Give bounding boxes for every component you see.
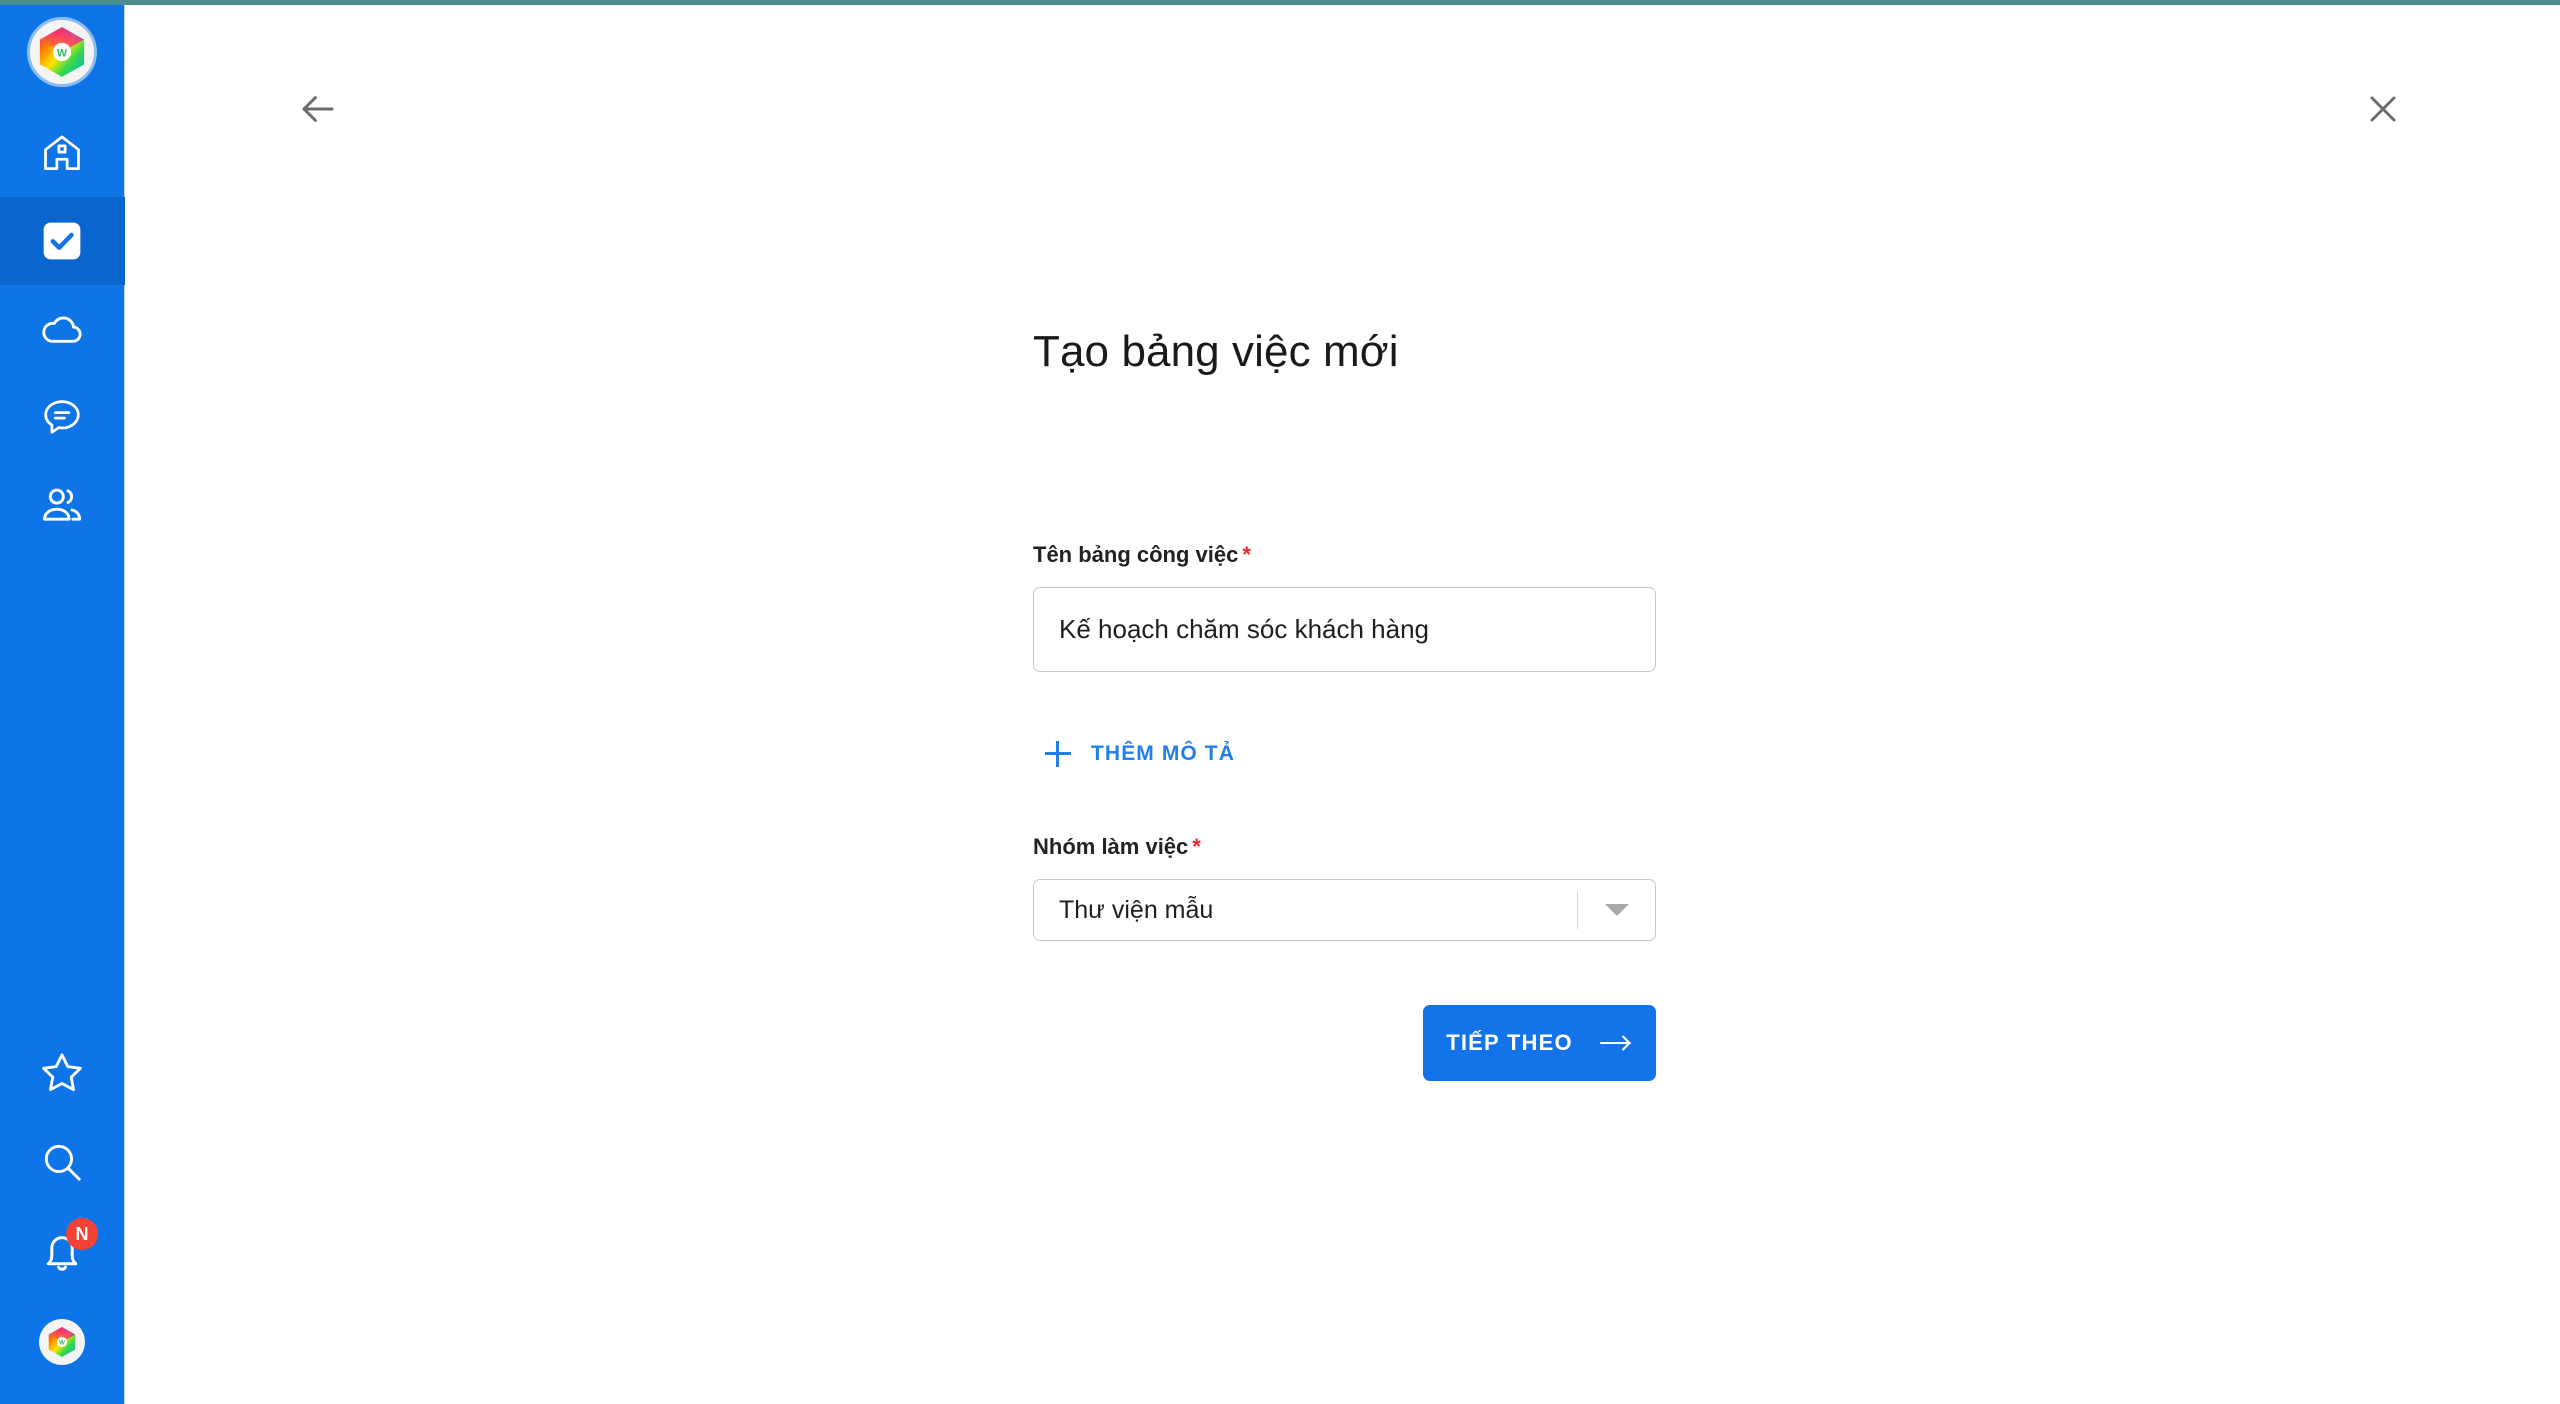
chevron-down-icon[interactable] (1578, 904, 1655, 916)
sidebar-item-account[interactable]: W (0, 1297, 125, 1387)
star-icon (42, 1053, 82, 1092)
sidebar-item-people[interactable] (0, 461, 125, 549)
bell-wrapper: N (38, 1218, 98, 1276)
sidebar-item-favorites[interactable] (0, 1027, 125, 1117)
sidebar-nav (0, 109, 125, 549)
required-asterisk: * (1242, 542, 1251, 567)
sidebar-item-notifications[interactable]: N (0, 1207, 125, 1297)
app-root: W N W Tạo bảng việc mới Tên bảng công vi… (0, 0, 2560, 1404)
rainbow-hexagon-logo-icon: W (39, 27, 85, 77)
home-icon (44, 135, 80, 170)
board-name-input[interactable]: Kế hoạch chăm sóc khách hàng (1033, 587, 1656, 672)
arrow-left-icon (302, 96, 334, 122)
back-button[interactable] (292, 83, 344, 135)
sidebar-item-cloud[interactable] (0, 285, 125, 373)
next-button[interactable]: TIẾP THEO (1423, 1005, 1656, 1081)
arrow-right-icon (1599, 1035, 1631, 1051)
chat-bubble-icon (44, 400, 80, 434)
users-icon (43, 488, 82, 521)
workspace-select[interactable]: Thư viện mẫu (1033, 879, 1656, 941)
svg-text:W: W (59, 1339, 65, 1346)
top-bar (125, 5, 2560, 160)
workspace-label: Nhóm làm việc * (1033, 834, 1201, 860)
caret-shape (1604, 904, 1629, 916)
notification-badge: N (66, 1218, 98, 1250)
board-name-label: Tên bảng công việc * (1033, 542, 1251, 568)
sidebar-brand-logo[interactable]: W (27, 17, 97, 87)
rainbow-hexagon-logo-icon: W (48, 1327, 76, 1357)
sidebar: W N W (0, 5, 125, 1404)
cloud-icon (42, 316, 82, 343)
add-description-button[interactable]: THÊM MÔ TẢ (1045, 741, 1235, 767)
sidebar-bottom-nav: N W (0, 1027, 125, 1404)
page-title: Tạo bảng việc mới (1033, 327, 1399, 376)
close-button[interactable] (2359, 85, 2407, 133)
next-button-label: TIẾP THEO (1446, 1030, 1573, 1055)
search-icon (44, 1144, 81, 1181)
close-icon (2370, 96, 2396, 122)
board-name-label-text: Tên bảng công việc (1033, 542, 1239, 567)
checkbox-task-icon (43, 222, 81, 260)
workspace-select-value: Thư viện mẫu (1059, 895, 1214, 924)
plus-icon (1045, 741, 1071, 767)
sidebar-item-chat[interactable] (0, 373, 125, 461)
avatar: W (39, 1319, 85, 1365)
required-asterisk: * (1192, 834, 1201, 859)
sidebar-item-home[interactable] (0, 109, 125, 197)
workspace-label-text: Nhóm làm việc (1033, 834, 1189, 859)
svg-text:W: W (57, 47, 68, 59)
add-description-label: THÊM MÔ TẢ (1091, 742, 1235, 765)
sidebar-item-search[interactable] (0, 1117, 125, 1207)
sidebar-item-tasks[interactable] (0, 197, 125, 285)
